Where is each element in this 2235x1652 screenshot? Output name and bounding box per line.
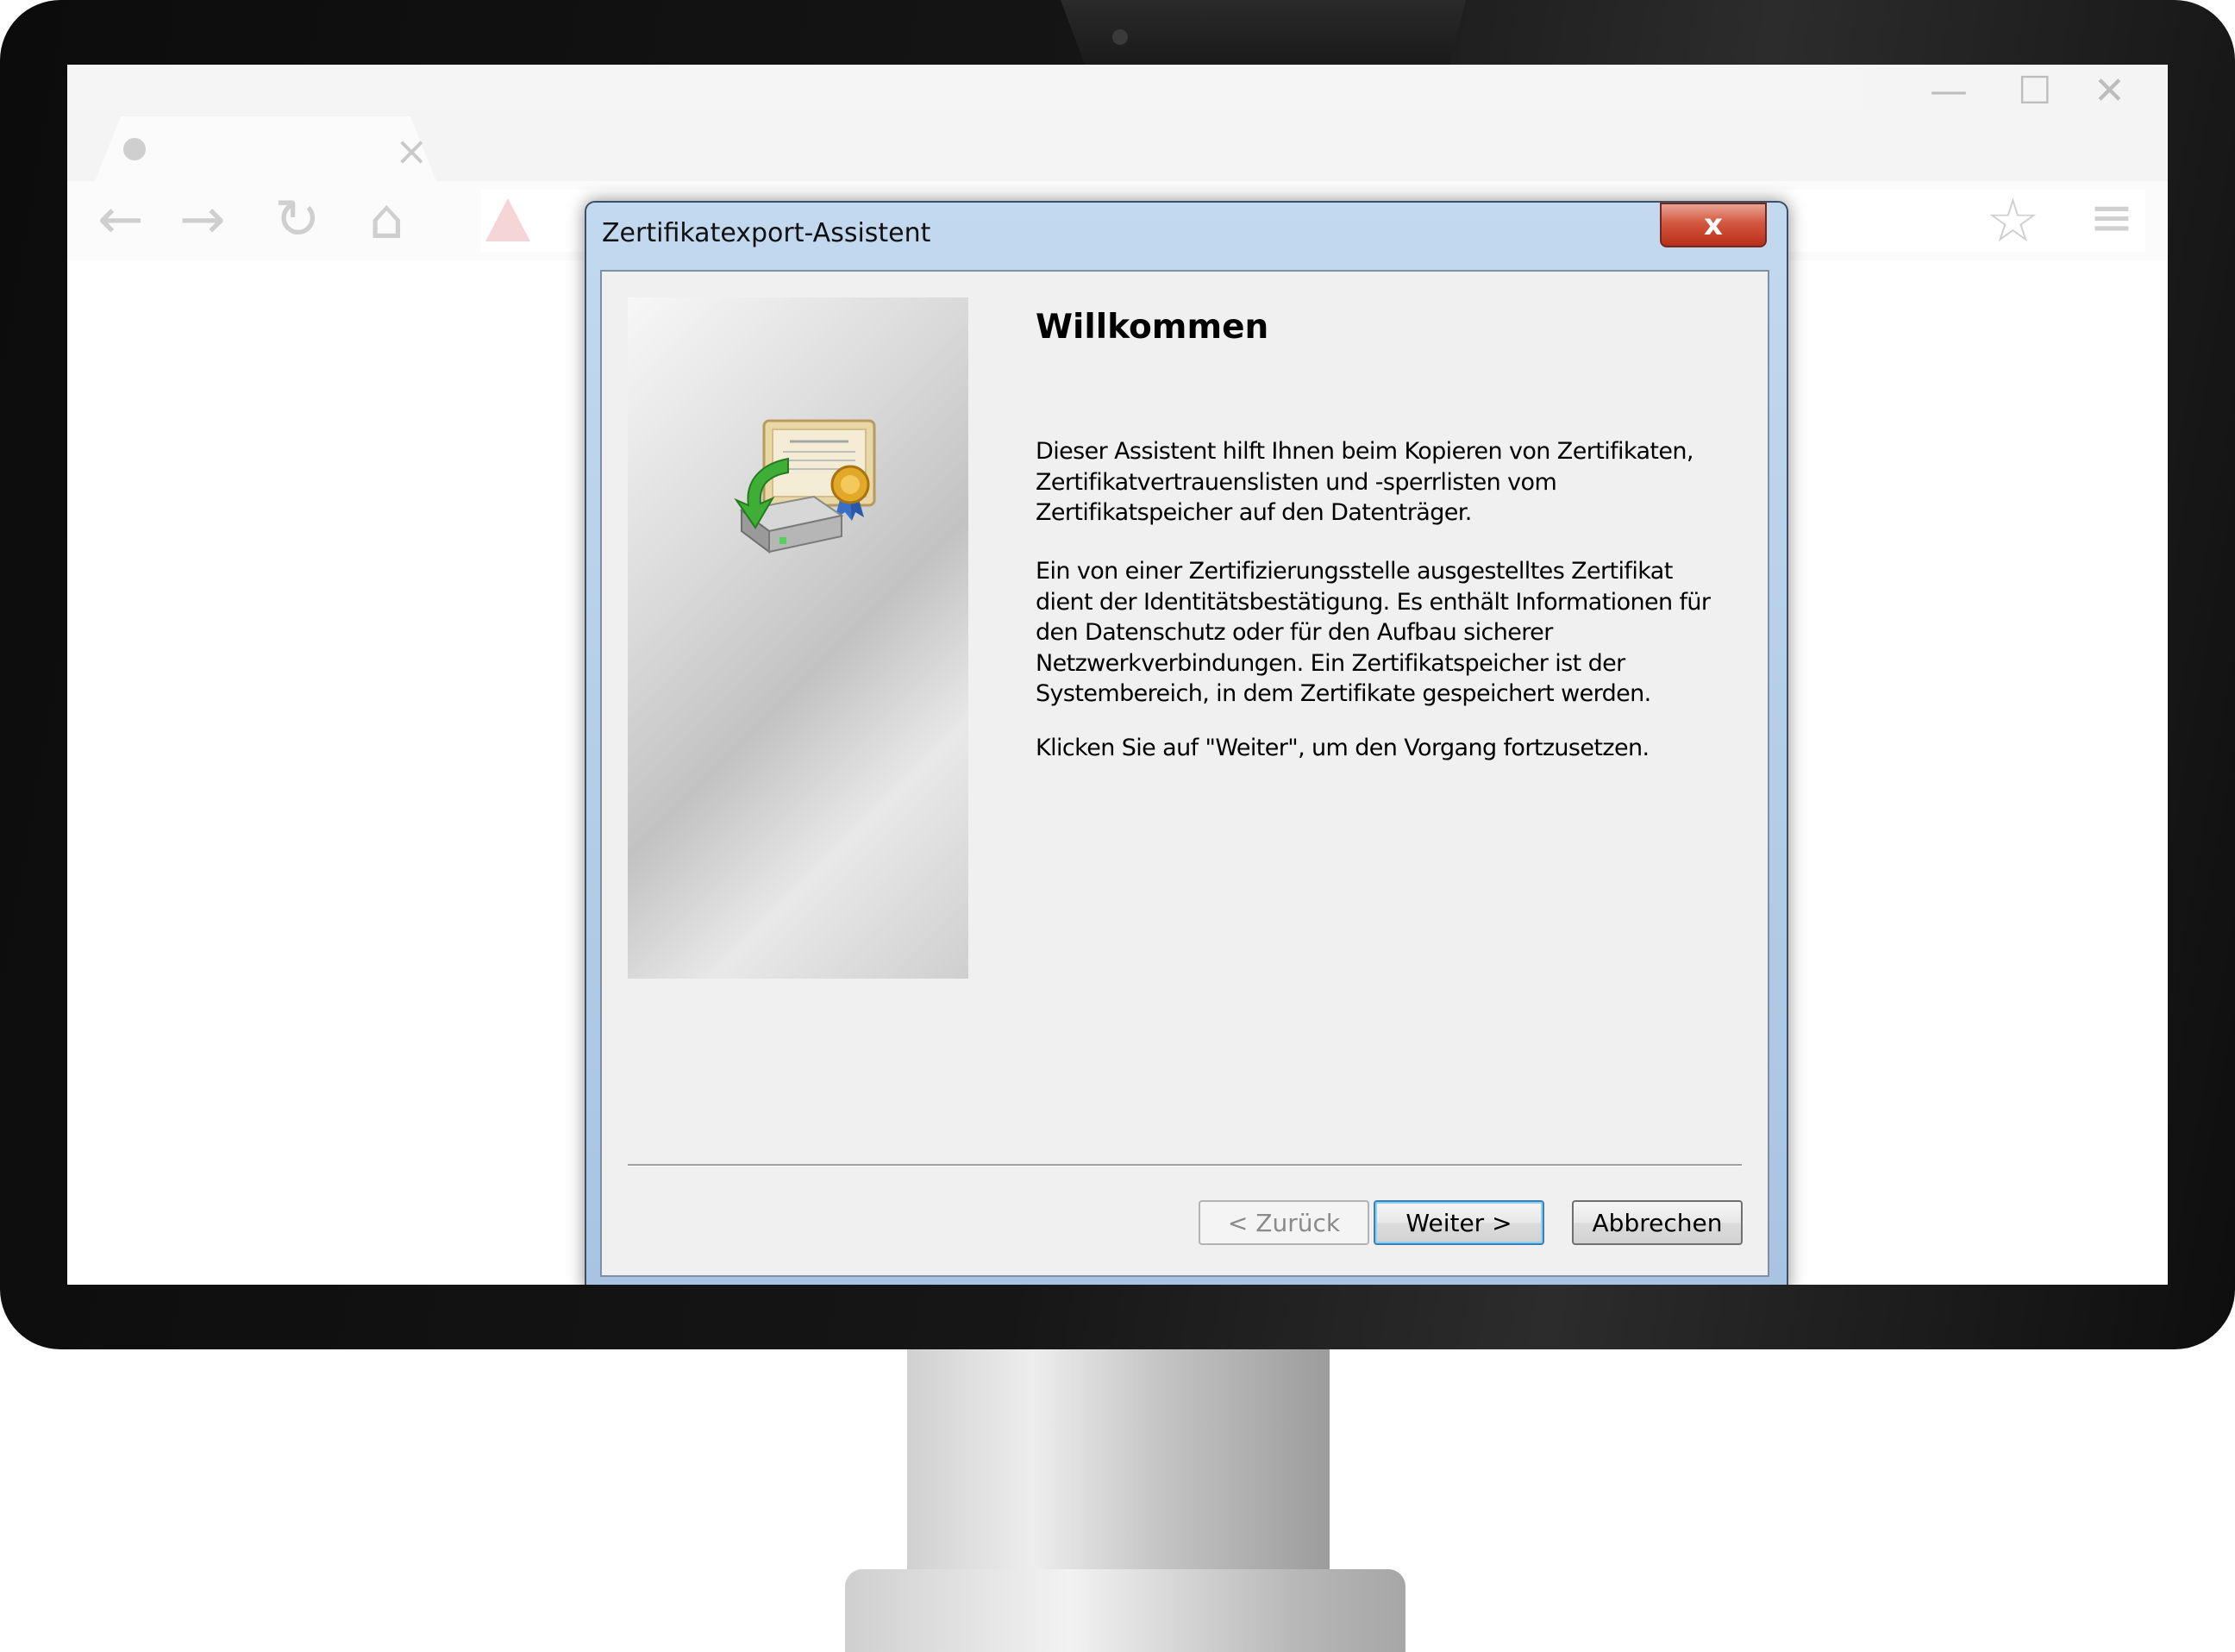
monitor-frame: × — ☐ ✕ ← → ↻ ⌂ ☆ ≡ Zertifikatexport-Ass… (0, 0, 2235, 1349)
browser-menu-icon[interactable]: ≡ (2089, 185, 2134, 248)
forward-arrow-icon[interactable]: → (179, 185, 226, 254)
certificate-export-icon (734, 419, 876, 554)
window-close-button[interactable]: ✕ (2094, 69, 2125, 113)
intro-paragraph: Dieser Assistent hilft Ihnen beim Kopier… (1036, 438, 1694, 526)
monitor-screen: × — ☐ ✕ ← → ↻ ⌂ ☆ ≡ Zertifikatexport-Ass… (67, 65, 2168, 1285)
webcam (1112, 29, 1128, 45)
monitor-stand-neck (907, 1349, 1330, 1586)
close-icon: x (1704, 208, 1723, 242)
security-warning-icon (485, 198, 530, 241)
wizard-heading: Willkommen (1036, 308, 1269, 347)
wizard-sidebar-panel (628, 297, 968, 979)
dialog-close-button[interactable]: x (1660, 203, 1767, 247)
reload-icon[interactable]: ↻ (274, 185, 321, 254)
back-button[interactable]: < Zurück (1199, 1200, 1369, 1245)
back-arrow-icon[interactable]: ← (97, 185, 144, 254)
dialog-title: Zertifikatexport-Assistent (602, 218, 931, 248)
window-minimize-button[interactable]: — (1930, 69, 1968, 113)
tab-close-icon[interactable]: × (395, 128, 429, 174)
window-maximize-button[interactable]: ☐ (2018, 69, 2051, 113)
certificate-export-wizard-dialog: Zertifikatexport-Assistent x Willkommen … (585, 201, 1788, 1285)
continue-instruction: Klicken Sie auf "Weiter", um den Vorgang… (1036, 735, 1650, 761)
wizard-content-area: Willkommen Dieser Assistent hilft Ihnen … (600, 270, 1769, 1277)
next-button[interactable]: Weiter > (1374, 1200, 1544, 1245)
bookmark-star-icon[interactable]: ☆ (1986, 185, 2040, 256)
tab-favicon-icon (123, 138, 146, 160)
cancel-button[interactable]: Abbrechen (1572, 1200, 1743, 1245)
monitor-stand-base (845, 1569, 1405, 1652)
certificate-info-paragraph: Ein von einer Zertifizierungsstelle ausg… (1036, 558, 1711, 707)
home-icon[interactable]: ⌂ (369, 185, 404, 254)
button-separator (628, 1164, 1742, 1167)
